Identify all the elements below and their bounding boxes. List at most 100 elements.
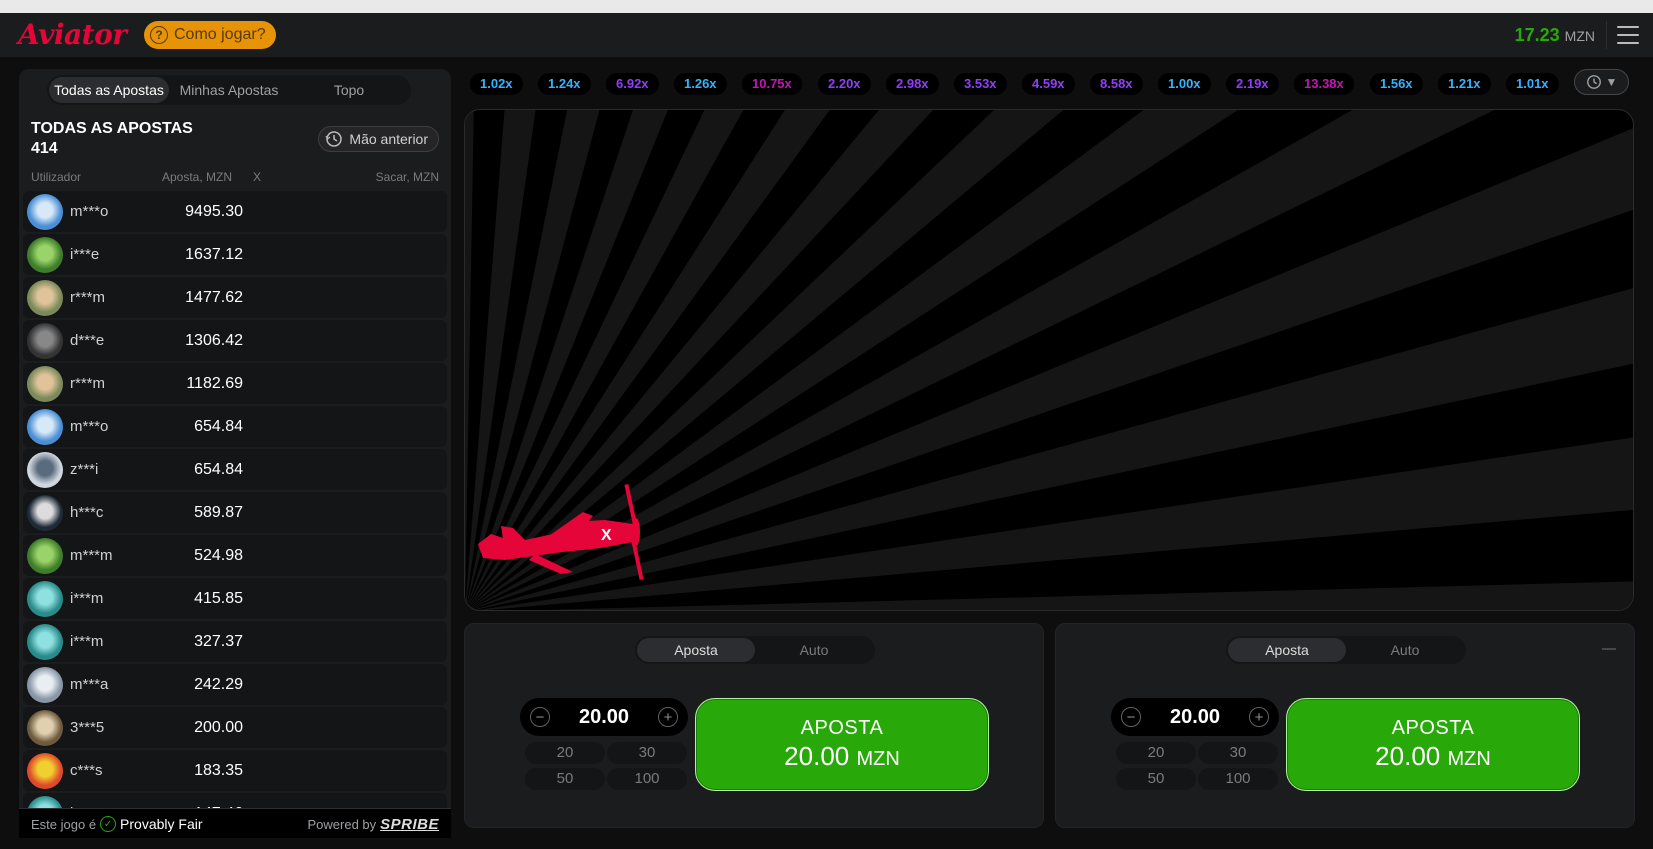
avatar [27,753,63,789]
multiplier-chip[interactable]: 4.59x [1022,73,1075,95]
browser-strip [0,0,1653,13]
bet-user: m***m [70,547,113,564]
bet-button-value: 20.00 [1375,741,1441,771]
quick-amount-button[interactable]: 20 [1116,742,1196,764]
plus-icon[interactable]: + [1249,707,1269,727]
bet-user: m***o [70,418,109,435]
bet-user: i***m [70,590,104,607]
spribe-logo[interactable]: SPRIBE [380,816,439,833]
multiplier-chip[interactable]: 13.38x [1294,73,1354,95]
avatar [27,366,63,402]
bet-user: i***e [70,246,100,263]
multiplier-chip[interactable]: 1.21x [1438,73,1491,95]
bet-amount: 1637.12 [185,246,243,263]
bet-row: m***m 524.98 [23,535,447,576]
how-to-play-button[interactable]: ? Como jogar? [144,21,276,49]
bet-user: r***m [70,289,106,306]
multiplier-chip[interactable]: 2.20x [818,73,871,95]
avatar [27,452,63,488]
multiplier-chip[interactable]: 1.01x [1506,73,1559,95]
bet-amount: 9495.30 [185,203,243,220]
bet-button-amount: 20.00 MZN [784,741,900,772]
quick-amount-button[interactable]: 30 [1198,742,1278,764]
history-dropdown-button[interactable]: ▼ [1574,69,1629,95]
bets-tabs: Todas as Apostas Minhas Apostas Topo [47,75,411,105]
minus-icon[interactable]: − [1121,707,1141,727]
bet-amount: 183.35 [194,762,243,779]
tab-auto[interactable]: Auto [1346,638,1464,662]
avatar [27,624,63,660]
bet-row: m***o 654.84 [23,406,447,447]
bet-row: m***a 242.29 [23,664,447,705]
chevron-down-icon: ▼ [1605,75,1618,89]
provably-fair[interactable]: Este jogo é ✓ Provably Fair [31,816,203,832]
history-icon [325,131,343,147]
bet-row: z***i 654.84 [23,449,447,490]
multiplier-chip[interactable]: 1.02x [470,73,523,95]
tab-bet[interactable]: Aposta [637,638,755,662]
place-bet-button[interactable]: APOSTA 20.00 MZN [1286,698,1580,791]
tab-auto[interactable]: Auto [755,638,873,662]
tab-top[interactable]: Topo [289,77,409,103]
avatar [27,409,63,445]
quick-amount-button[interactable]: 100 [1198,768,1278,790]
shield-check-icon: ✓ [100,816,117,832]
hamburger-menu-icon[interactable] [1617,26,1639,44]
tab-bet[interactable]: Aposta [1228,638,1346,662]
quick-amount-button[interactable]: 20 [525,742,605,764]
bet-user: m***o [70,203,109,220]
game-canvas: X [464,109,1634,611]
quick-amount-button[interactable]: 50 [1116,768,1196,790]
plus-icon[interactable]: + [658,707,678,727]
powered-by: Powered by SPRIBE [307,816,439,833]
bets-column-headers: Utilizador Aposta, MZN X Sacar, MZN [19,167,451,187]
bet-row: h***c 589.87 [23,492,447,533]
multiplier-chip[interactable]: 2.19x [1226,73,1279,95]
quick-amount-button[interactable]: 50 [525,768,605,790]
bet-row: r***m 1182.69 [23,363,447,404]
previous-hand-button[interactable]: Mão anterior [318,126,439,152]
top-bar: Aviator ? Como jogar? 17.23 MZN [0,13,1653,57]
bet-amount: 327.37 [194,633,243,650]
place-bet-button[interactable]: APOSTA 20.00 MZN [695,698,989,791]
avatar [27,495,63,531]
multiplier-chip[interactable]: 10.75x [742,73,802,95]
bet-button-amount: 20.00 MZN [1375,741,1491,772]
multiplier-chip[interactable]: 1.56x [1370,73,1423,95]
all-bets-count: 414 [31,140,58,157]
bet-panel-2: Aposta Auto − 20.00 + 20 30 50 100 APOST… [1055,623,1635,828]
all-bets-title: TODAS AS APOSTAS [31,120,193,137]
stake-stepper: − 20.00 + [520,698,688,736]
bet-amount: 1477.62 [185,289,243,306]
multiplier-chip[interactable]: 1.24x [538,73,591,95]
quick-amount-button[interactable]: 100 [607,768,687,790]
avatar [27,237,63,273]
quick-amount-button[interactable]: 30 [607,742,687,764]
tab-my-bets[interactable]: Minhas Apostas [169,77,289,103]
multiplier-chip[interactable]: 2.98x [886,73,939,95]
multiplier-chip[interactable]: 3.53x [954,73,1007,95]
avatar [27,581,63,617]
stake-input[interactable]: 20.00 [579,706,629,729]
powered-by-label: Powered by [307,817,377,832]
how-to-play-label: Como jogar? [174,26,266,43]
multiplier-chip[interactable]: 1.00x [1158,73,1211,95]
multiplier-chip[interactable]: 8.58x [1090,73,1143,95]
stake-input[interactable]: 20.00 [1170,706,1220,729]
minus-icon[interactable]: − [530,707,550,727]
previous-hand-label: Mão anterior [349,131,428,147]
remove-panel-icon[interactable] [1602,648,1616,650]
multiplier-chip[interactable]: 1.26x [674,73,727,95]
bet-amount: 1182.69 [186,375,243,392]
bet-amount: 524.98 [194,547,243,564]
bet-button-value: 20.00 [784,741,850,771]
tab-all-bets[interactable]: Todas as Apostas [49,77,169,103]
aviator-logo[interactable]: Aviator [18,18,127,51]
stake-stepper: − 20.00 + [1111,698,1279,736]
aviator-app: Aviator ? Como jogar? 17.23 MZN Todas as… [0,13,1653,849]
provably-fair-prefix: Este jogo é [31,816,97,832]
bet-row: i***e 1637.12 [23,234,447,275]
svg-text:X: X [601,527,612,544]
multiplier-chip[interactable]: 6.92x [606,73,659,95]
col-user: Utilizador [31,170,82,184]
